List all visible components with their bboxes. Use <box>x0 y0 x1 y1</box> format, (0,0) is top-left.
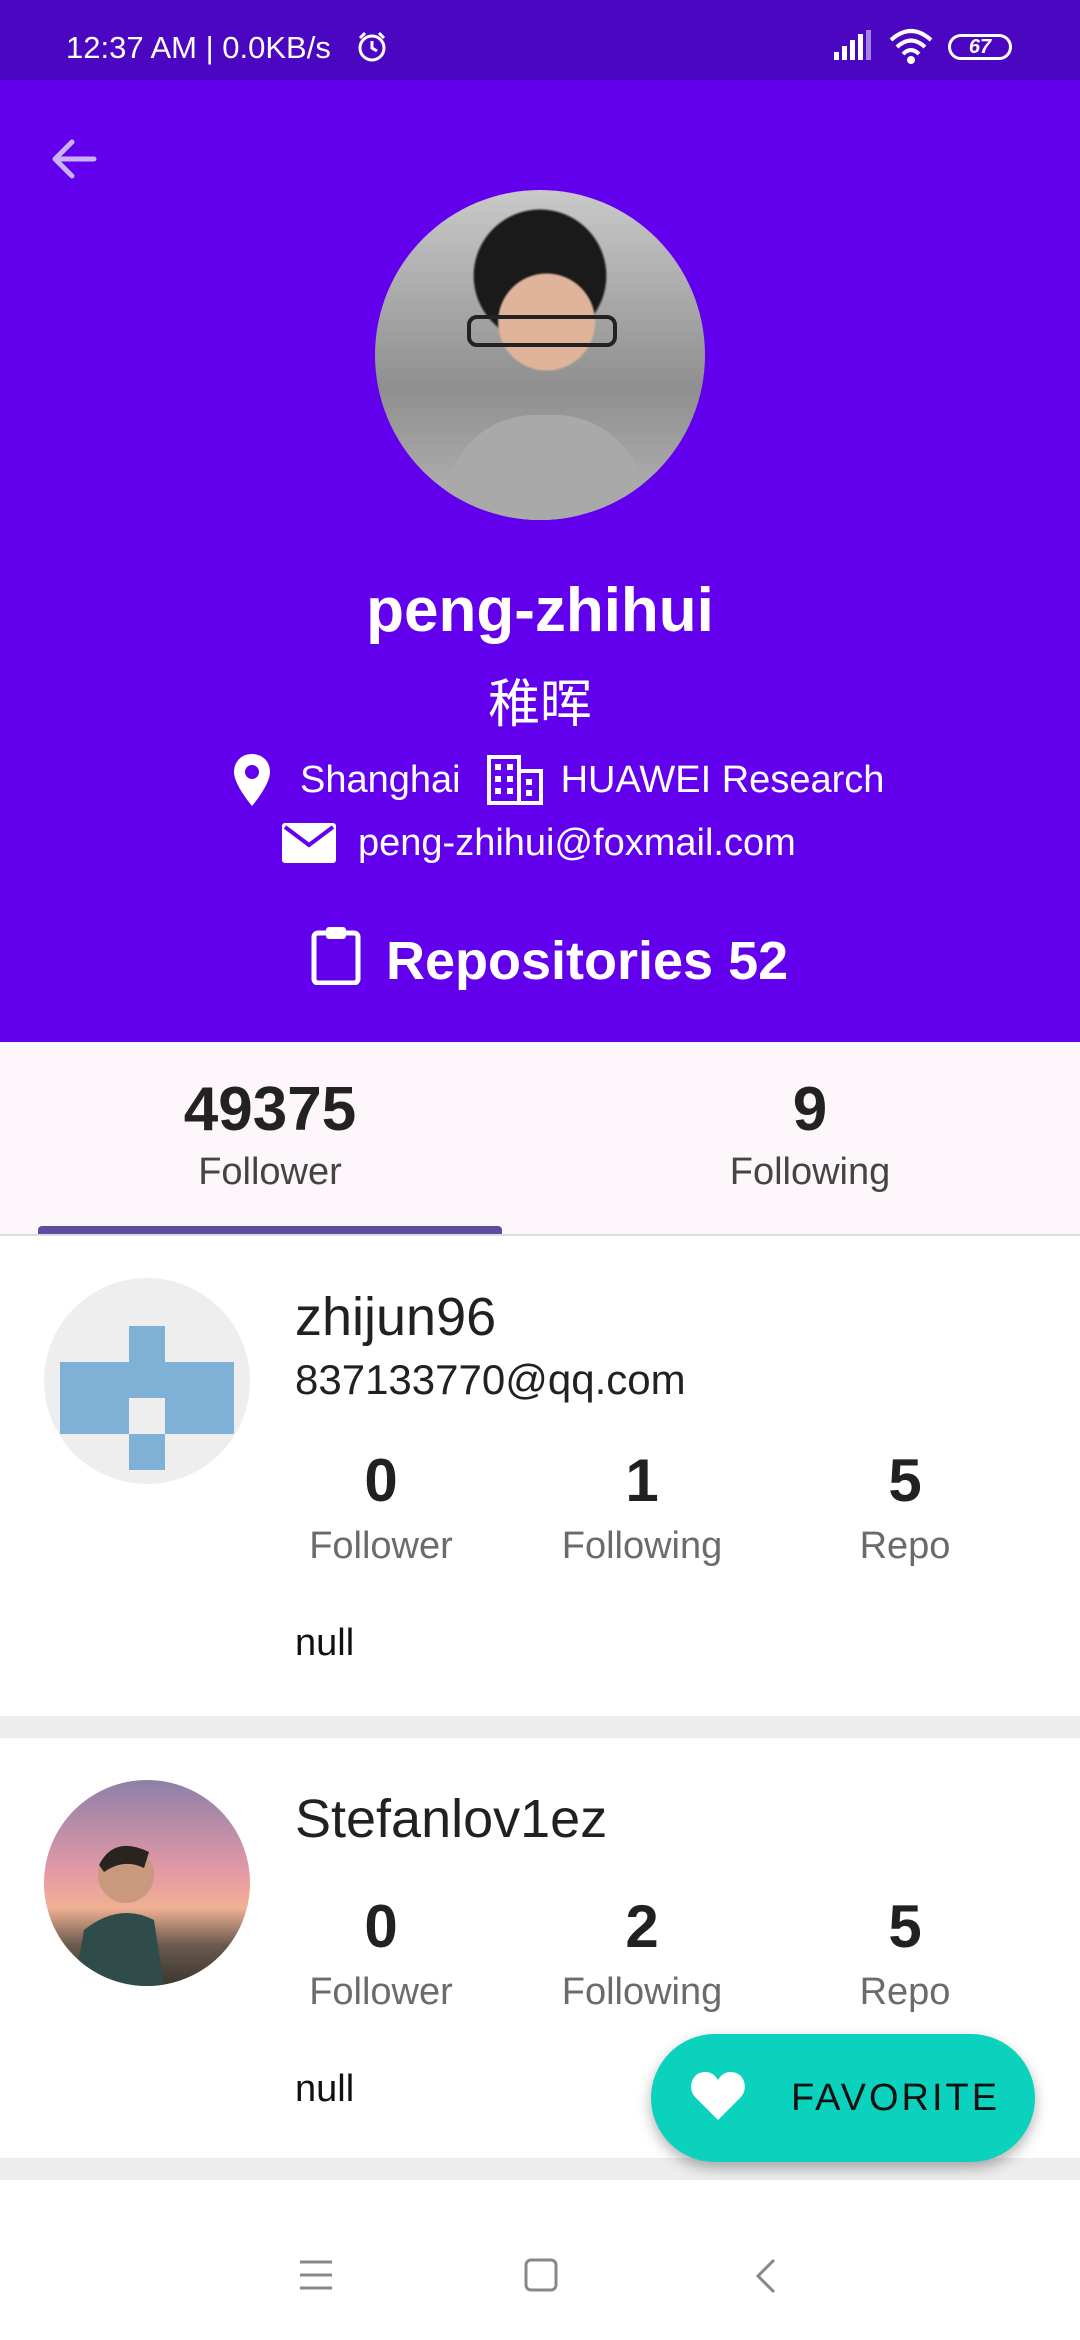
building-icon <box>486 755 543 805</box>
signal-icon <box>832 30 874 67</box>
user-repo-count: 5 <box>888 1893 922 1960</box>
battery-indicator: 67 <box>948 34 1012 60</box>
profile-info-row: Shanghai HUAWEI Research <box>232 752 884 808</box>
home-square-icon[interactable] <box>524 2258 558 2297</box>
repositories-link[interactable]: Repositories 52 <box>310 926 789 994</box>
user-repo-count: 5 <box>888 1447 922 1514</box>
user-follower-label: Follower <box>309 1525 453 1567</box>
user-follower-stat: 0 Follower <box>271 1446 491 1568</box>
profile-header: peng-zhihui 稚晖 Shanghai HUAWEI Research … <box>0 80 1080 1042</box>
user-follower-count: 0 <box>364 1447 398 1514</box>
status-time-speed: 12:37 AM | 0.0KB/s <box>66 30 331 65</box>
user-follower-stat: 0 Follower <box>271 1892 491 2014</box>
alarm-icon <box>355 30 389 69</box>
user-following-stat: 2 Following <box>532 1892 752 2014</box>
user-following-stat: 1 Following <box>532 1446 752 1568</box>
back-arrow-icon[interactable] <box>44 132 110 186</box>
profile-nickname: 稚晖 <box>487 676 592 734</box>
heart-icon <box>689 2070 747 2127</box>
user-repo-label: Repo <box>859 1971 951 2013</box>
user-following-label: Following <box>561 1525 723 1567</box>
avatar <box>44 1780 250 1986</box>
status-bar: 12:37 AM | 0.0KB/s 67 <box>0 0 1080 80</box>
favorite-label: FAVORITE <box>791 2076 1001 2119</box>
profile-email-row: peng-zhihui@foxmail.com <box>280 815 796 871</box>
favorite-button[interactable]: FAVORITE <box>651 2034 1035 2162</box>
user-repo-label: Repo <box>859 1525 951 1567</box>
user-bio: null <box>295 1622 355 1664</box>
user-repo-stat: 5 Repo <box>795 1892 1015 2014</box>
follow-tabs: 49375 Follower 9 Following <box>0 1042 1080 1236</box>
user-follower-count: 0 <box>364 1893 398 1960</box>
avatar <box>44 1278 250 1484</box>
profile-company: HUAWEI Research <box>560 758 885 801</box>
user-repo-stat: 5 Repo <box>795 1446 1015 1568</box>
mail-icon <box>280 821 338 865</box>
tab-following-count: 9 <box>792 1075 828 1144</box>
back-chevron-icon[interactable] <box>754 2258 778 2299</box>
list-item[interactable] <box>0 2180 1080 2210</box>
tab-following-label: Following <box>729 1151 891 1193</box>
user-email: 837133770@qq.com <box>295 1356 686 1403</box>
tab-indicator <box>38 1226 502 1234</box>
clipboard-icon <box>310 925 362 998</box>
tab-follower-label: Follower <box>198 1151 342 1193</box>
tab-follower-count: 49375 <box>183 1075 357 1144</box>
tab-following[interactable]: 9 Following <box>540 1042 1080 1234</box>
menu-icon[interactable] <box>298 2258 334 2297</box>
profile-avatar <box>375 190 705 520</box>
repositories-label: Repositories 52 <box>386 931 789 991</box>
user-following-count: 1 <box>625 1447 659 1514</box>
user-following-count: 2 <box>625 1893 659 1960</box>
user-following-label: Following <box>561 1971 723 2013</box>
user-login: Stefanlov1ez <box>295 1789 608 1849</box>
user-follower-label: Follower <box>309 1971 453 2013</box>
location-pin-icon <box>232 752 272 808</box>
profile-email: peng-zhihui@foxmail.com <box>358 821 796 864</box>
user-login: zhijun96 <box>295 1287 497 1347</box>
system-nav-bar <box>0 2210 1080 2340</box>
user-bio: null <box>295 2068 355 2110</box>
wifi-icon <box>888 28 934 69</box>
profile-username: peng-zhihui <box>366 576 714 645</box>
profile-location: Shanghai <box>300 758 461 801</box>
tab-follower[interactable]: 49375 Follower <box>0 1042 540 1234</box>
list-item[interactable]: zhijun96 837133770@qq.com 0 Follower 1 F… <box>0 1236 1080 1716</box>
